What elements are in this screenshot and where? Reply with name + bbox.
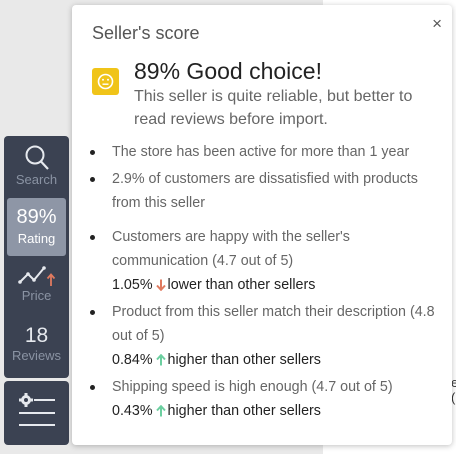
sidebar-search-label: Search	[15, 172, 58, 187]
comparison-line: 1.05% lower than other sellers	[112, 273, 442, 297]
neutral-face-icon	[92, 68, 119, 95]
comparison-text: lower than other sellers	[167, 277, 316, 293]
extension-sidebar: Search 89% Rating Price 18 Reviews	[4, 136, 69, 378]
comparison-text: higher than other sellers	[167, 352, 321, 368]
comparison-value: 0.84%	[112, 352, 153, 368]
bullet	[90, 177, 95, 182]
comparison-line: 0.84% higher than other sellers	[112, 348, 442, 372]
price-trend-icon	[17, 266, 55, 286]
score-description: This seller is quite reliable, but bette…	[134, 88, 413, 128]
list-item: The store has been active for more than …	[90, 140, 442, 164]
reviews-count: 18	[24, 324, 49, 347]
arrow-up-icon	[155, 353, 166, 366]
arrow-up-icon	[155, 404, 166, 417]
arrow-down-icon	[155, 279, 166, 292]
bullet	[90, 150, 95, 155]
popup-title: Seller's score	[92, 23, 200, 43]
fact-text: The store has been active for more than …	[112, 144, 410, 160]
settings-icon	[18, 393, 55, 426]
sidebar-reviews[interactable]: 18 Reviews	[4, 320, 69, 376]
sidebar-rating-label: Rating	[17, 231, 56, 246]
fact-text: Customers are happy with the seller's co…	[112, 229, 350, 269]
list-item: Customers are happy with the seller's co…	[90, 225, 442, 297]
rating-value: 89%	[16, 206, 57, 228]
list-item: Product from this seller match their des…	[90, 300, 442, 372]
seller-score-popup: Seller's score × 89% Good choice! This s…	[72, 5, 452, 445]
fact-text: Product from this seller match their des…	[112, 304, 435, 344]
score-headline: 89% Good choice!	[134, 58, 322, 84]
sidebar-price-label: Price	[21, 288, 52, 303]
fact-text: 2.9% of customers are dissatisfied with …	[112, 171, 418, 211]
fact-text: Shipping speed is high enough (4.7 out o…	[112, 379, 393, 395]
sidebar-rating[interactable]: 89% Rating	[7, 198, 66, 256]
bullet	[90, 310, 95, 315]
bullet	[90, 235, 95, 240]
list-item: 2.9% of customers are dissatisfied with …	[90, 167, 442, 215]
sidebar-reviews-label: Reviews	[11, 348, 62, 363]
list-item: Shipping speed is high enough (4.7 out o…	[90, 375, 442, 423]
close-button[interactable]: ×	[432, 15, 442, 32]
bullet	[90, 385, 95, 390]
search-icon	[25, 145, 49, 170]
comparison-value: 0.43%	[112, 403, 153, 419]
sidebar-price[interactable]: Price	[4, 260, 69, 312]
comparison-line: 0.43% higher than other sellers	[112, 399, 442, 423]
settings-button[interactable]	[4, 381, 69, 445]
comparison-value: 1.05%	[112, 277, 153, 293]
comparison-text: higher than other sellers	[167, 403, 321, 419]
sidebar-search[interactable]: Search	[4, 142, 69, 198]
